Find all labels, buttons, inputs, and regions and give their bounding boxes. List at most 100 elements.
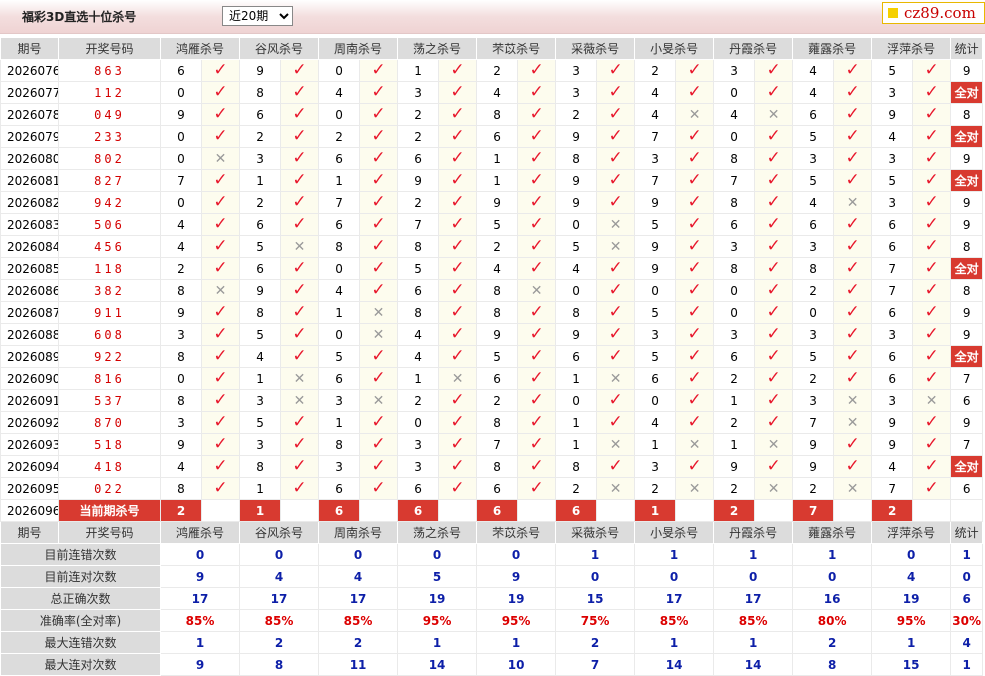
result-mark-cell: ✓ <box>280 279 320 302</box>
stats-label: 最大连对次数 <box>0 653 161 676</box>
result-mark-cell: ✕ <box>438 367 478 390</box>
kill-number-cell: 2 <box>239 191 282 214</box>
kill-number-cell: 7 <box>634 125 677 148</box>
stats-value: 6 <box>950 587 984 610</box>
result-mark-cell: ✓ <box>912 213 952 236</box>
check-icon: ✓ <box>766 280 781 300</box>
kill-number-cell: 1 <box>239 169 282 192</box>
period-range-select[interactable]: 近20期 <box>222 6 293 26</box>
check-icon: ✓ <box>924 346 939 366</box>
result-mark-cell: ✓ <box>596 257 636 280</box>
check-icon: ✓ <box>687 170 702 190</box>
kill-number-cell: 0 <box>713 125 756 148</box>
stats-value: 4 <box>318 565 399 588</box>
check-icon: ✓ <box>845 324 860 344</box>
result-mark-cell: ✓ <box>675 345 715 368</box>
kill-number-cell: 8 <box>476 455 519 478</box>
kill-number-cell: 4 <box>634 81 677 104</box>
kill-number-cell: 7 <box>792 411 835 434</box>
header-row: 期号 开奖号码 鸿雁杀号 谷风杀号 周南杀号 荡之杀号 芣苡杀号 采薇杀号 小旻杀号 丹霞杀号 蕹露… <box>0 37 984 60</box>
draw-number-cell: 608 <box>58 323 161 346</box>
kill-number-cell: 0 <box>160 191 202 214</box>
stats-value: 10 <box>476 653 557 676</box>
page-title: 福彩3D直选十位杀号 <box>22 10 137 24</box>
check-icon: ✓ <box>213 126 228 146</box>
result-mark-cell: ✓ <box>833 279 873 302</box>
result-mark-cell: ✕ <box>675 477 715 500</box>
check-icon: ✓ <box>371 104 386 124</box>
result-mark-cell: ✓ <box>517 191 557 214</box>
draw-number-cell: 816 <box>58 367 161 390</box>
result-mark-cell: ✓ <box>438 389 478 412</box>
result-mark-cell: ✓ <box>912 345 952 368</box>
current-kill-spacer <box>833 499 873 522</box>
kill-number-cell: 7 <box>160 169 202 192</box>
stats-value: 0 <box>950 565 984 588</box>
result-mark-cell: ✓ <box>438 235 478 258</box>
period-cell: 2026079 <box>0 125 59 148</box>
current-kill-spacer <box>280 499 320 522</box>
kill-number-cell: 9 <box>160 433 202 456</box>
stats-value: 2 <box>318 631 399 654</box>
kill-number-cell: 1 <box>397 367 440 390</box>
result-mark-cell: ✓ <box>912 125 952 148</box>
result-mark-cell: ✓ <box>596 411 636 434</box>
check-icon: ✓ <box>213 434 228 454</box>
result-mark-cell: ✓ <box>200 81 241 104</box>
result-mark-cell: ✓ <box>754 125 794 148</box>
check-icon: ✓ <box>213 346 228 366</box>
check-icon: ✓ <box>608 280 623 300</box>
kill-number-cell: 6 <box>476 367 519 390</box>
column-header-method: 采薇杀号 <box>555 521 636 544</box>
check-icon: ✓ <box>608 302 623 322</box>
check-icon: ✓ <box>450 324 465 344</box>
kill-number-cell: 1 <box>239 367 282 390</box>
result-mark-cell: ✓ <box>912 301 952 324</box>
kill-number-cell: 0 <box>634 389 677 412</box>
kill-number-cell: 4 <box>476 257 519 280</box>
stats-label: 目前连错次数 <box>0 543 161 566</box>
current-kill-spacer <box>517 499 557 522</box>
kill-number-cell: 6 <box>239 103 282 126</box>
check-icon: ✓ <box>371 82 386 102</box>
result-mark-cell: ✕ <box>833 389 873 412</box>
period-cell: 2026087 <box>0 301 59 324</box>
result-mark-cell: ✓ <box>517 323 557 346</box>
kill-number-cell: 4 <box>555 257 598 280</box>
result-mark-cell: ✓ <box>675 213 715 236</box>
stats-value: 0 <box>634 565 715 588</box>
result-mark-cell: ✓ <box>675 235 715 258</box>
draw-number-cell: 827 <box>58 169 161 192</box>
stats-value: 1 <box>792 543 873 566</box>
check-icon: ✓ <box>608 412 623 432</box>
check-icon: ✓ <box>529 324 544 344</box>
kill-number-cell: 5 <box>476 345 519 368</box>
kill-number-cell: 6 <box>318 367 361 390</box>
check-icon: ✓ <box>924 258 939 278</box>
result-mark-cell: ✓ <box>517 433 557 456</box>
result-mark-cell: ✓ <box>833 301 873 324</box>
stat-cell: 6 <box>950 477 984 500</box>
kill-number-cell: 6 <box>318 147 361 170</box>
kill-number-cell: 8 <box>160 389 202 412</box>
check-icon: ✓ <box>845 236 860 256</box>
site-logo[interactable]: cz89.com <box>882 2 985 24</box>
check-icon: ✓ <box>213 104 228 124</box>
column-header-method: 采薇杀号 <box>555 37 636 60</box>
check-icon: ✓ <box>450 60 465 80</box>
check-icon: ✓ <box>687 192 702 212</box>
stat-cell: 9 <box>950 323 984 346</box>
result-mark-cell: ✓ <box>912 257 952 280</box>
kill-number-cell: 3 <box>397 81 440 104</box>
kill-number-cell: 0 <box>160 367 202 390</box>
period-cell: 2026080 <box>0 147 59 170</box>
kill-number-cell: 9 <box>555 125 598 148</box>
kill-number-cell: 8 <box>792 257 835 280</box>
stats-row: 目前连错次数 0 0 0 0 0 1 1 1 1 0 1 <box>0 543 984 566</box>
result-mark-cell: ✓ <box>754 213 794 236</box>
result-mark-cell: ✓ <box>517 147 557 170</box>
kill-number-cell: 9 <box>476 191 519 214</box>
stats-value: 19 <box>871 587 952 610</box>
check-icon: ✓ <box>766 82 781 102</box>
current-kill-spacer <box>675 499 715 522</box>
